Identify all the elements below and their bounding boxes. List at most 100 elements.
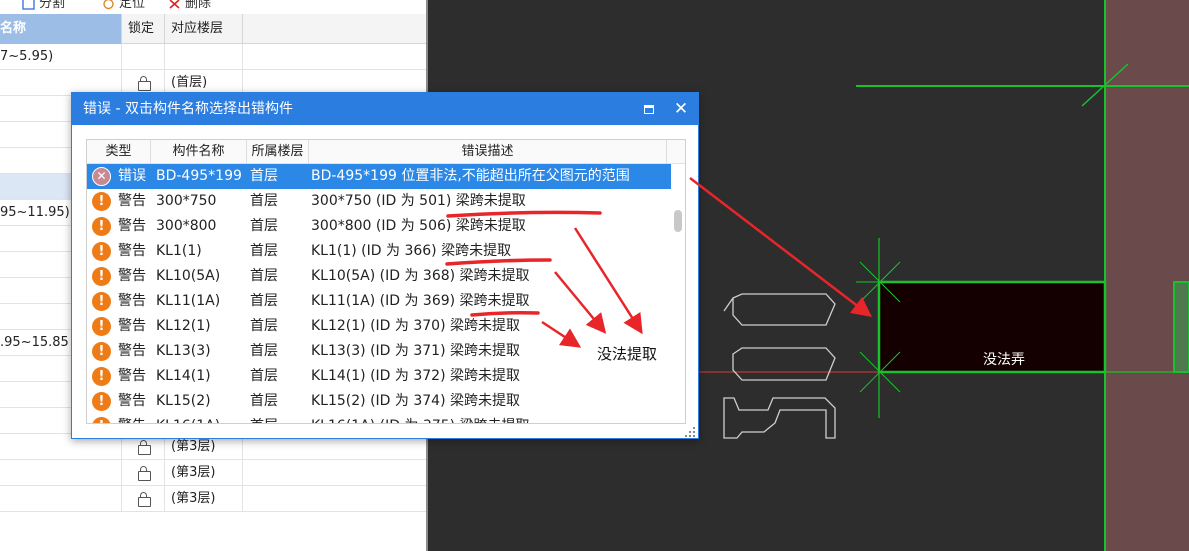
error-floor: 首层 <box>250 414 278 423</box>
floor-row-lock-cell[interactable] <box>122 44 165 70</box>
error-component-name[interactable]: KL10(5A) <box>156 264 220 289</box>
column-header-floor[interactable]: 对应楼层 <box>165 14 243 44</box>
error-floor: 首层 <box>250 193 278 209</box>
error-type: 警告 <box>118 193 146 209</box>
error-component-name[interactable]: KL13(3) <box>156 339 211 364</box>
locate-icon <box>103 0 114 9</box>
error-component-name[interactable]: 300*800 <box>156 214 216 239</box>
dialog-title[interactable]: 错误 - 双击构件名称选择出错构件 <box>72 93 698 125</box>
floor-row-floor <box>165 44 243 70</box>
error-type: 警告 <box>118 393 146 409</box>
error-dialog: 错误 - 双击构件名称选择出错构件 ✕ 类型 构件名称 所属楼层 错误描述 ✕ 错… <box>71 92 699 439</box>
lock-icon[interactable] <box>138 440 151 455</box>
floor-row-lock-cell[interactable] <box>122 486 165 512</box>
error-floor: 首层 <box>250 168 278 184</box>
error-component-name[interactable]: KL12(1) <box>156 314 211 339</box>
floor-row-name <box>0 486 122 512</box>
maximize-icon[interactable] <box>644 105 654 114</box>
split-button[interactable]: 分割 <box>22 0 66 11</box>
error-type: 警告 <box>118 414 146 423</box>
error-description: KL14(1) (ID 为 372) 梁跨未提取 <box>311 368 520 384</box>
error-row[interactable]: ! 警告 KL14(1) 首层 KL14(1) (ID 为 372) 梁跨未提取 <box>87 364 671 389</box>
scrollbar[interactable] <box>671 164 685 423</box>
error-floor: 首层 <box>250 243 278 259</box>
error-description: KL10(5A) (ID 为 368) 梁跨未提取 <box>311 268 530 284</box>
scrollbar-thumb[interactable] <box>674 210 682 232</box>
floor-row[interactable]: (第3层) <box>0 460 426 486</box>
warning-icon: ! <box>92 267 111 286</box>
error-row[interactable]: ! 警告 KL13(3) 首层 KL13(3) (ID 为 371) 梁跨未提取 <box>87 339 671 364</box>
error-description: 300*800 (ID 为 506) 梁跨未提取 <box>311 218 526 234</box>
error-floor: 首层 <box>250 318 278 334</box>
close-icon[interactable]: ✕ <box>670 97 692 121</box>
error-type: 警告 <box>118 293 146 309</box>
floor-row-lock-cell[interactable] <box>122 460 165 486</box>
error-floor: 首层 <box>250 293 278 309</box>
error-component-name[interactable]: KL14(1) <box>156 364 211 389</box>
error-floor: 首层 <box>250 368 278 384</box>
error-row[interactable]: ! 警告 KL15(2) 首层 KL15(2) (ID 为 374) 梁跨未提取 <box>87 389 671 414</box>
floor-row[interactable]: 7~5.95) <box>0 44 426 70</box>
locate-label: 定位 <box>119 0 146 11</box>
error-type: 警告 <box>118 243 146 259</box>
column-element[interactable] <box>1105 0 1189 551</box>
delete-label: 删除 <box>185 0 212 11</box>
warning-icon: ! <box>92 292 111 311</box>
error-description: KL1(1) (ID 为 366) 梁跨未提取 <box>311 243 512 259</box>
column-header-description[interactable]: 错误描述 <box>309 140 667 163</box>
column-header-name[interactable]: 名称 <box>0 14 122 44</box>
floor-row[interactable]: (第3层) <box>0 486 426 512</box>
error-row[interactable]: ! 警告 KL10(5A) 首层 KL10(5A) (ID 为 368) 梁跨未提取 <box>87 264 671 289</box>
floor-table-header: 名称 锁定 对应楼层 <box>0 14 426 44</box>
small-column-element[interactable] <box>1173 281 1189 373</box>
error-row[interactable]: ! 警告 300*800 首层 300*800 (ID 为 506) 梁跨未提取 <box>87 214 671 239</box>
column-header-type[interactable]: 类型 <box>87 140 151 163</box>
error-component-name[interactable]: KL1(1) <box>156 239 202 264</box>
error-row[interactable]: ! 警告 KL16(1A) 首层 KL16(1A) (ID 为 375) 梁跨未提取 <box>87 414 671 423</box>
column-header-floor[interactable]: 所属楼层 <box>247 140 309 163</box>
error-row[interactable]: ! 警告 KL11(1A) 首层 KL11(1A) (ID 为 369) 梁跨未提取 <box>87 289 671 314</box>
error-type: 警告 <box>118 343 146 359</box>
error-description: 300*750 (ID 为 501) 梁跨未提取 <box>311 193 526 209</box>
floor-row-floor: (第3层) <box>165 460 243 486</box>
delete-icon <box>169 0 180 9</box>
lock-icon[interactable] <box>138 466 151 481</box>
error-floor: 首层 <box>250 268 278 284</box>
error-row[interactable]: ! 警告 KL12(1) 首层 KL12(1) (ID 为 370) 梁跨未提取 <box>87 314 671 339</box>
error-description: KL13(3) (ID 为 371) 梁跨未提取 <box>311 343 520 359</box>
error-component-name[interactable]: KL15(2) <box>156 389 211 414</box>
warning-icon: ! <box>92 217 111 236</box>
error-type: 警告 <box>118 268 146 284</box>
error-floor: 首层 <box>250 393 278 409</box>
locate-button[interactable]: 定位 <box>102 0 146 11</box>
error-component-name[interactable]: 300*750 <box>156 189 216 214</box>
error-row[interactable]: ✕ 错误 BD-495*199 首层 BD-495*199 位置非法,不能超出所在父图元… <box>87 164 671 189</box>
error-component-name[interactable]: KL16(1A) <box>156 414 220 423</box>
error-floor: 首层 <box>250 218 278 234</box>
annotation-cannot-do: 没法弄 <box>983 352 1025 368</box>
floor-row-name: 7~5.95) <box>0 44 122 70</box>
error-type: 警告 <box>118 368 146 384</box>
resize-grip-icon[interactable] <box>684 426 696 438</box>
lock-icon[interactable] <box>138 76 151 91</box>
warning-icon: ! <box>92 342 111 361</box>
warning-icon: ! <box>92 317 111 336</box>
warning-icon: ! <box>92 392 111 411</box>
error-row[interactable]: ! 警告 KL1(1) 首层 KL1(1) (ID 为 366) 梁跨未提取 <box>87 239 671 264</box>
error-description: BD-495*199 位置非法,不能超出所在父图元的范围 <box>311 168 630 184</box>
error-type: 警告 <box>118 218 146 234</box>
error-component-name[interactable]: BD-495*199 <box>156 164 242 189</box>
panel-toolbar: 分割 定位 删除 <box>0 0 426 14</box>
column-header-lock[interactable]: 锁定 <box>122 14 165 44</box>
error-floor: 首层 <box>250 343 278 359</box>
error-component-name[interactable]: KL11(1A) <box>156 289 220 314</box>
split-label: 分割 <box>39 0 66 11</box>
column-header-component-name[interactable]: 构件名称 <box>151 140 247 163</box>
floor-row-name <box>0 460 122 486</box>
lock-icon[interactable] <box>138 492 151 507</box>
error-list-header: 类型 构件名称 所属楼层 错误描述 <box>87 140 685 164</box>
error-row[interactable]: ! 警告 300*750 首层 300*750 (ID 为 501) 梁跨未提取 <box>87 189 671 214</box>
delete-button[interactable]: 删除 <box>168 0 212 11</box>
warning-icon: ! <box>92 242 111 261</box>
error-description: KL16(1A) (ID 为 375) 梁跨未提取 <box>311 414 530 423</box>
